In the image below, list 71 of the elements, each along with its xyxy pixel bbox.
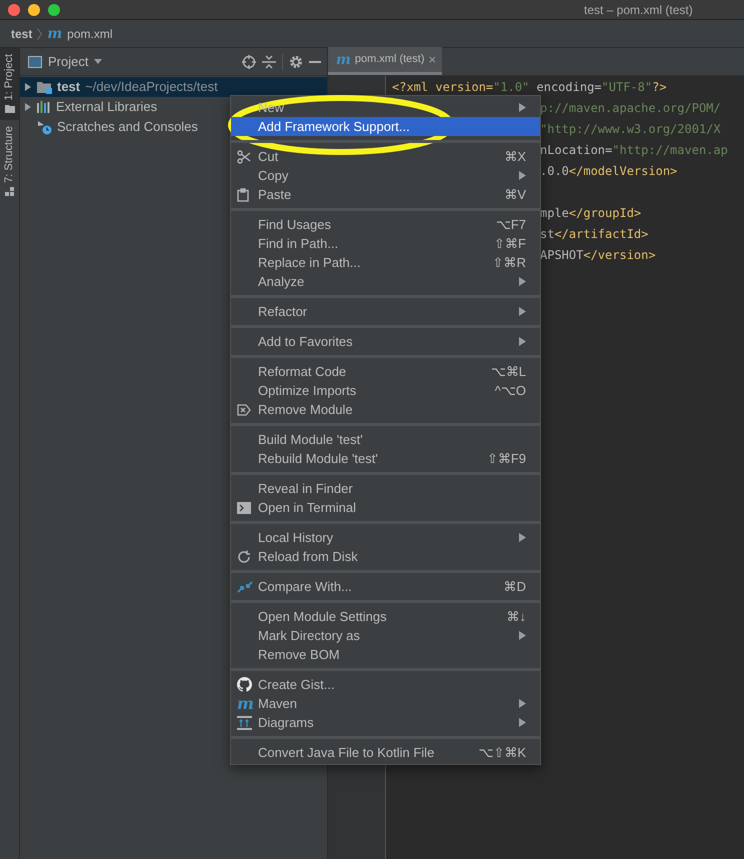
collapse-all-icon[interactable]	[262, 54, 276, 68]
minimize-window-button[interactable]	[28, 4, 40, 16]
folder-icon	[4, 104, 14, 114]
window-title: test – pom.xml (test)	[584, 2, 693, 18]
menu-item[interactable]: Replace in Path... ⇧⌘R	[231, 253, 540, 272]
code-line: st</artifactId>	[540, 226, 648, 242]
menu-item[interactable]: Convert Java File to Kotlin File ⌥⇧⌘K	[231, 743, 540, 762]
menu-item[interactable]: Find Usages ⌥F7	[231, 215, 540, 234]
tool-window-tab[interactable]: 1: Project	[0, 48, 19, 120]
menu-item[interactable]: Paste ⌘V	[231, 185, 540, 204]
code-line: <?xml version="1.0" encoding="UTF-8"?>	[392, 78, 667, 96]
dropdown-arrow-icon[interactable]	[94, 59, 102, 64]
close-tab-button[interactable]: ×	[428, 50, 436, 70]
m-logo-icon: m	[237, 696, 254, 712]
menu-item[interactable]: Compare With... ⌘D	[231, 577, 540, 596]
menu-item[interactable]: Refactor	[231, 302, 540, 321]
menu-item[interactable]: Cut ⌘X	[231, 147, 540, 166]
structure-icon	[4, 187, 14, 198]
library-icon	[37, 101, 51, 113]
m-logo-icon: m	[336, 52, 351, 66]
menu-item[interactable]: Optimize Imports ^⌥O	[231, 381, 540, 400]
menu-item[interactable]: Add to Favorites	[231, 332, 540, 351]
compare-arrows-icon	[237, 580, 253, 594]
menu-item[interactable]: Analyze	[231, 272, 540, 291]
menu-item[interactable]: Reload from Disk	[231, 547, 540, 566]
panel-title[interactable]: Project	[48, 52, 88, 72]
code-line: mple</groupId>	[540, 204, 642, 222]
path-label: ~/dev/IdeaProjects/test	[85, 78, 218, 96]
menu-item[interactable]: Reveal in Finder	[231, 479, 540, 498]
menu-item[interactable]: Local History	[231, 528, 540, 547]
eject-icon	[237, 404, 251, 416]
code-line: "http://www.w3.org/2001/X	[540, 120, 721, 138]
target-icon[interactable]	[242, 54, 256, 68]
minimize-icon[interactable]	[309, 60, 321, 62]
close-window-button[interactable]	[8, 4, 20, 16]
menu-item[interactable]: Add Framework Support...	[231, 117, 540, 136]
code-line: .0.0</modelVersion>	[540, 162, 678, 180]
menu-item[interactable]: Build Module 'test'	[231, 430, 540, 449]
module-folder-icon	[37, 80, 52, 94]
menu-item[interactable]: Create Gist...	[231, 675, 540, 694]
menu-item[interactable]: Reformat Code ⌥⌘L	[231, 362, 540, 381]
refresh-icon	[237, 550, 251, 564]
menu-item[interactable]: Mark Directory as	[231, 626, 540, 645]
menu-item[interactable]: Remove Module	[231, 400, 540, 419]
zoom-window-button[interactable]	[48, 4, 60, 16]
terminal-icon	[237, 502, 251, 514]
menu-item[interactable]: m Maven	[231, 694, 540, 713]
menu-item[interactable]: Diagrams	[231, 713, 540, 732]
scissors-icon	[237, 150, 251, 164]
code-line: nLocation="http://maven.ap	[540, 142, 728, 158]
m-logo-icon: m	[47, 26, 62, 40]
tool-window-tab[interactable]: 7: Structure	[0, 120, 19, 204]
github-icon	[237, 677, 252, 692]
menu-item[interactable]: Find in Path... ⇧⌘F	[231, 234, 540, 253]
tree-item[interactable]: test ~/dev/IdeaProjects/test	[20, 77, 327, 97]
code-line: p://maven.apache.org/POM/	[540, 100, 721, 116]
code-line: APSHOT</version>	[540, 246, 656, 264]
scratch-clock-icon	[37, 120, 52, 134]
diagram-icon	[237, 716, 252, 730]
window-icon	[28, 56, 42, 68]
menu-item[interactable]: Open Module Settings ⌘↓	[231, 607, 540, 626]
chevron-icon	[37, 28, 42, 40]
menu-item[interactable]: Open in Terminal	[231, 498, 540, 517]
clipboard-icon	[237, 188, 249, 202]
menu-item[interactable]: Rebuild Module 'test' ⇧⌘F9	[231, 449, 540, 468]
breadcrumb-item[interactable]: test	[11, 24, 32, 42]
menu-item[interactable]: Copy	[231, 166, 540, 185]
editor-tab[interactable]: m pom.xml (test) ×	[328, 47, 442, 75]
breadcrumb-item[interactable]: pom.xml	[67, 24, 113, 42]
settings-icon[interactable]	[289, 54, 303, 68]
menu-item[interactable]: Remove BOM	[231, 645, 540, 664]
